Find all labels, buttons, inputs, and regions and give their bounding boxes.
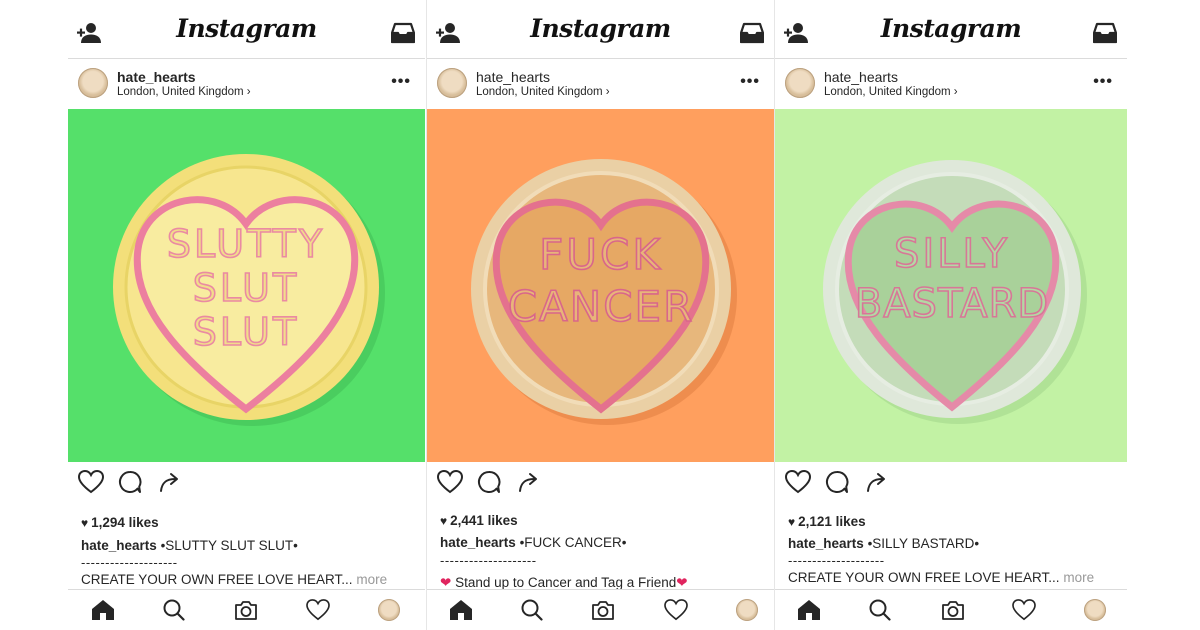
post-header: hate_hearts London, United Kingdom › •••: [775, 59, 1127, 108]
action-bar: [68, 469, 425, 500]
post-photo[interactable]: SILLY BASTARD: [775, 109, 1127, 462]
camera-icon[interactable]: [591, 599, 615, 626]
candy-text-line-2: SLUT: [193, 266, 299, 310]
share-icon[interactable]: [158, 470, 182, 499]
search-icon[interactable]: [869, 599, 891, 626]
instagram-logo: Instagram: [880, 14, 1022, 43]
caption-dashes: --------------------: [81, 555, 178, 570]
post-header: hate_hearts London, United Kingdom › •••: [427, 59, 774, 108]
home-icon[interactable]: [797, 599, 821, 626]
more-options-icon[interactable]: •••: [1093, 73, 1113, 91]
search-icon[interactable]: [521, 599, 543, 626]
red-heart-icon: ❤: [440, 575, 452, 590]
instagram-logo: Instagram: [176, 14, 317, 43]
likes-count[interactable]: ♥ 1,294 likes: [81, 515, 159, 530]
caption: hate_hearts •FUCK CANCER•: [440, 535, 627, 550]
candy-text-line-1: FUCK: [539, 230, 663, 279]
camera-icon[interactable]: [941, 599, 965, 626]
inbox-icon[interactable]: [1092, 22, 1118, 49]
username[interactable]: hate_hearts: [824, 69, 898, 85]
likes-heart-icon: ♥: [788, 515, 796, 529]
candy-text-line-2: BASTARD: [855, 281, 1049, 327]
caption-line-3: CREATE YOUR OWN FREE LOVE HEART... more: [81, 572, 388, 587]
profile-avatar-tab[interactable]: [736, 599, 758, 621]
caption-dashes: --------------------: [440, 553, 537, 568]
post-photo[interactable]: SLUTTY SLUT SLUT: [68, 109, 425, 462]
top-bar: Instagram: [775, 0, 1127, 59]
post-panel-2: Instagram hate_hearts London, United Kin…: [426, 0, 774, 630]
caption-username[interactable]: hate_hearts: [440, 535, 516, 550]
post-panel-3: Instagram hate_hearts London, United Kin…: [774, 0, 1127, 630]
instagram-logo: Instagram: [530, 14, 671, 43]
caption: hate_hearts •SILLY BASTARD•: [788, 536, 979, 551]
candy-text-line-3: SLUT: [193, 310, 299, 354]
profile-avatar-tab[interactable]: [378, 599, 400, 621]
avatar[interactable]: [785, 68, 815, 98]
red-heart-icon: ❤: [676, 575, 688, 590]
more-options-icon[interactable]: •••: [740, 73, 760, 91]
share-icon[interactable]: [865, 470, 889, 499]
like-heart-icon[interactable]: [784, 469, 812, 499]
location-link[interactable]: London, United Kingdom ›: [476, 86, 610, 98]
action-bar: [427, 469, 774, 500]
username[interactable]: hate_hearts: [476, 69, 550, 85]
location-link[interactable]: London, United Kingdom ›: [117, 86, 251, 98]
likes-heart-icon: ♥: [440, 514, 448, 528]
post-photo[interactable]: FUCK CANCER: [427, 109, 774, 462]
caption-text: •SLUTTY SLUT SLUT•: [160, 538, 298, 553]
caption-username[interactable]: hate_hearts: [81, 538, 157, 553]
home-icon[interactable]: [449, 599, 473, 626]
avatar[interactable]: [78, 68, 108, 98]
profile-avatar-tab[interactable]: [1084, 599, 1106, 621]
bottom-tab-bar: [68, 589, 425, 630]
caption-dashes: --------------------: [788, 553, 885, 568]
comment-icon[interactable]: [825, 470, 849, 499]
post-panel-1: Instagram hate_hearts London, United Kin…: [68, 0, 425, 630]
candy-text-line-2: CANCER: [508, 282, 695, 331]
more-link[interactable]: more: [1063, 570, 1094, 585]
likes-count[interactable]: ♥ 2,441 likes: [440, 513, 518, 528]
avatar[interactable]: [437, 68, 467, 98]
caption-text: •SILLY BASTARD•: [867, 536, 980, 551]
candy-text-line-1: SILLY: [894, 231, 1010, 277]
search-icon[interactable]: [163, 599, 185, 626]
comment-icon[interactable]: [118, 470, 142, 499]
caption-username[interactable]: hate_hearts: [788, 536, 864, 551]
top-bar: Instagram: [427, 0, 774, 59]
comment-icon[interactable]: [477, 470, 501, 499]
more-options-icon[interactable]: •••: [391, 73, 411, 91]
likes-heart-icon: ♥: [81, 516, 89, 530]
like-heart-icon[interactable]: [77, 469, 105, 499]
activity-heart-icon[interactable]: [306, 599, 330, 626]
activity-heart-icon[interactable]: [1012, 599, 1036, 626]
caption-line-3: CREATE YOUR OWN FREE LOVE HEART... more: [788, 570, 1095, 585]
bottom-tab-bar: [775, 589, 1127, 630]
share-icon[interactable]: [517, 470, 541, 499]
camera-icon[interactable]: [234, 599, 258, 626]
username[interactable]: hate_hearts: [117, 69, 196, 85]
inbox-icon[interactable]: [739, 22, 765, 49]
post-header: hate_hearts London, United Kingdom › •••: [68, 59, 425, 108]
inbox-icon[interactable]: [390, 22, 416, 49]
more-link[interactable]: more: [356, 572, 387, 587]
caption-text: •FUCK CANCER•: [519, 535, 627, 550]
likes-count[interactable]: ♥ 2,121 likes: [788, 514, 866, 529]
activity-heart-icon[interactable]: [664, 599, 688, 626]
top-bar: Instagram: [68, 0, 425, 59]
location-link[interactable]: London, United Kingdom ›: [824, 86, 958, 98]
like-heart-icon[interactable]: [436, 469, 464, 499]
caption: hate_hearts •SLUTTY SLUT SLUT•: [81, 538, 298, 553]
bottom-tab-bar: [427, 589, 774, 630]
home-icon[interactable]: [91, 599, 115, 626]
candy-text-line-1: SLUTTY: [167, 222, 325, 266]
action-bar: [775, 469, 1127, 500]
